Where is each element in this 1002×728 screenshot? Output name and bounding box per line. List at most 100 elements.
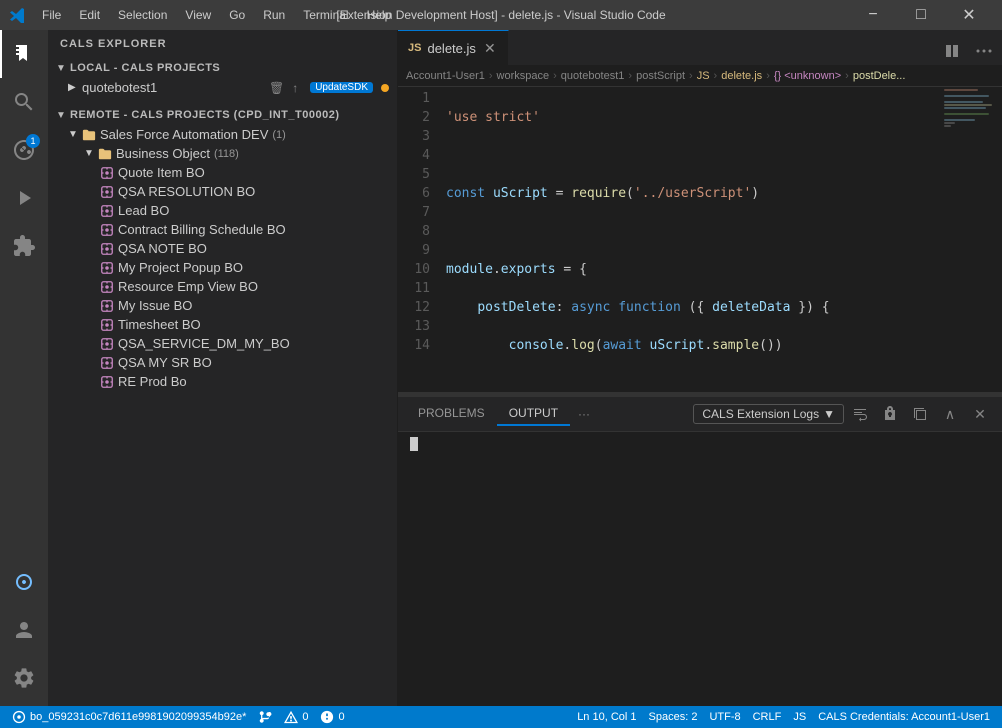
code-editor[interactable]: 1 2 3 4 5 6 7 8 9 10 11 12 13 14 'use st… (398, 87, 1002, 392)
bo-item-icon (100, 166, 114, 180)
breadcrumb: Account1-User1 › workspace › quotebotest… (398, 65, 1002, 87)
menu-edit[interactable]: Edit (71, 6, 108, 24)
breadcrumb-sep-7: › (845, 70, 849, 82)
bo-item-icon (100, 280, 114, 294)
status-encoding-item[interactable]: UTF-8 (703, 706, 746, 728)
breadcrumb-account[interactable]: Account1-User1 (406, 70, 485, 82)
terminal-tab-bar-right: CALS Extension Logs ▼ (693, 400, 994, 428)
code-line-3: const uScript = require('../userScript') (446, 184, 942, 203)
menu-selection[interactable]: Selection (110, 6, 175, 24)
menu-run[interactable]: Run (255, 6, 293, 24)
status-credentials-item[interactable]: CALS Credentials: Account1-User1 (812, 706, 996, 728)
status-eol-item[interactable]: CRLF (747, 706, 788, 728)
remote-project-item[interactable]: ▼ Sales Force Automation DEV (1) (48, 125, 397, 144)
status-branch-item[interactable] (252, 706, 278, 728)
code-content[interactable]: 'use strict' const uScript = require('..… (438, 87, 942, 392)
activity-settings[interactable] (0, 654, 48, 702)
tab-close-button[interactable]: ✕ (482, 40, 498, 56)
breadcrumb-postscript[interactable]: postScript (636, 70, 685, 82)
error-status-icon (320, 710, 334, 724)
close-button[interactable]: ✕ (946, 0, 992, 30)
main-area: 1 (0, 30, 1002, 706)
breadcrumb-js[interactable]: JS (697, 70, 710, 82)
status-remote-label: bo_059231c0c7d611e9981902099354b92e* (30, 711, 246, 723)
sidebar: CALS Explorer ▼ LOCAL - CALS PROJECTS ▶ … (48, 30, 398, 706)
list-item[interactable]: Lead BO (48, 201, 397, 220)
activity-run[interactable] (0, 174, 48, 222)
list-item[interactable]: QSA RESOLUTION BO (48, 182, 397, 201)
activity-explorer[interactable] (0, 30, 48, 78)
activity-remote[interactable] (0, 558, 48, 606)
status-lang-item[interactable]: JS (787, 706, 812, 728)
local-section-header[interactable]: ▼ LOCAL - CALS PROJECTS (48, 58, 397, 78)
bo-item-icon (100, 185, 114, 199)
code-line-7: console.log(await uScript.sample()) (446, 336, 942, 355)
business-object-node[interactable]: ▼ Business Object (118) (48, 144, 397, 163)
bo-item-icon (100, 299, 114, 313)
more-actions-button[interactable] (970, 37, 998, 65)
list-item[interactable]: Resource Emp View BO (48, 277, 397, 296)
breadcrumb-function[interactable]: postDele... (853, 70, 906, 82)
activity-source-control[interactable]: 1 (0, 126, 48, 174)
breadcrumb-unknown[interactable]: {} <unknown> (774, 70, 841, 82)
maximize-button[interactable]: □ (898, 0, 944, 30)
delete-project-icon[interactable]: 🗑 (267, 81, 286, 95)
activity-extensions[interactable] (0, 222, 48, 270)
breadcrumb-project[interactable]: quotebotest1 (561, 70, 625, 82)
terminal-tabs-more[interactable]: ··· (570, 403, 598, 425)
activity-account[interactable] (0, 606, 48, 654)
menu-view[interactable]: View (177, 6, 219, 24)
bo-folder-icon (98, 147, 112, 161)
terminal-panel: PROBLEMS OUTPUT ··· CALS Extension Logs … (398, 396, 1002, 706)
list-item[interactable]: Quote Item BO (48, 163, 397, 182)
code-line-4 (446, 222, 942, 241)
status-ln-col-item[interactable]: Ln 10, Col 1 (571, 706, 642, 728)
menu-go[interactable]: Go (221, 6, 253, 24)
status-warnings-item[interactable]: 0 (278, 706, 314, 728)
code-line-8 (446, 374, 942, 392)
sdk-badge: UpdateSDK (310, 82, 373, 93)
local-project-item[interactable]: ▶ quotebotest1 🗑 ↑ UpdateSDK (48, 78, 397, 97)
bo-item-icon (100, 337, 114, 351)
list-item[interactable]: My Issue BO (48, 296, 397, 315)
tab-delete-js[interactable]: JS delete.js ✕ (398, 30, 509, 65)
terminal-tab-bar: PROBLEMS OUTPUT ··· CALS Extension Logs … (398, 397, 1002, 432)
terminal-word-wrap-button[interactable] (846, 400, 874, 428)
tab-bar: JS delete.js ✕ (398, 30, 1002, 65)
activity-search[interactable] (0, 78, 48, 126)
breadcrumb-workspace[interactable]: workspace (497, 70, 550, 82)
breadcrumb-sep-3: › (628, 70, 632, 82)
terminal-scroll-up-button[interactable]: ∧ (936, 400, 964, 428)
list-item[interactable]: RE Prod Bo (48, 372, 397, 391)
list-item[interactable]: Timesheet BO (48, 315, 397, 334)
terminal-cursor (410, 437, 418, 451)
list-item[interactable]: QSA NOTE BO (48, 239, 397, 258)
editor-terminal-split: 1 2 3 4 5 6 7 8 9 10 11 12 13 14 'use st… (398, 87, 1002, 706)
minimize-button[interactable]: − (850, 0, 896, 30)
split-editor-button[interactable] (938, 37, 966, 65)
terminal-lock-button[interactable] (876, 400, 904, 428)
output-channel-dropdown[interactable]: CALS Extension Logs ▼ (693, 404, 844, 424)
status-errors-item[interactable]: 0 (314, 706, 350, 728)
list-item[interactable]: My Project Popup BO (48, 258, 397, 277)
list-item[interactable]: QSA MY SR BO (48, 353, 397, 372)
status-spaces-item[interactable]: Spaces: 2 (643, 706, 704, 728)
terminal-output[interactable] (398, 432, 1002, 706)
remote-section-header[interactable]: ▼ REMOTE - CALS PROJECTS (CPD_INT_T00002… (48, 105, 397, 125)
remote-project-count: (1) (272, 129, 285, 141)
terminal-close-button[interactable]: ✕ (966, 400, 994, 428)
breadcrumb-file[interactable]: delete.js (721, 70, 762, 82)
remote-project-chevron-icon: ▼ (68, 129, 78, 140)
status-remote-item[interactable]: bo_059231c0c7d611e9981902099354b92e* (6, 706, 252, 728)
list-item[interactable]: QSA_SERVICE_DM_MY_BO (48, 334, 397, 353)
project-chevron-icon: ▶ (68, 82, 78, 93)
menu-file[interactable]: File (34, 6, 69, 24)
project-name-label: quotebotest1 (82, 80, 157, 95)
branch-status-icon (258, 710, 272, 724)
terminal-copy-button[interactable] (906, 400, 934, 428)
tab-problems[interactable]: PROBLEMS (406, 402, 497, 426)
list-item[interactable]: Contract Billing Schedule BO (48, 220, 397, 239)
upload-project-icon[interactable]: ↑ (290, 81, 300, 95)
sidebar-content[interactable]: ▼ LOCAL - CALS PROJECTS ▶ quotebotest1 🗑… (48, 58, 397, 706)
tab-output[interactable]: OUTPUT (497, 402, 570, 426)
